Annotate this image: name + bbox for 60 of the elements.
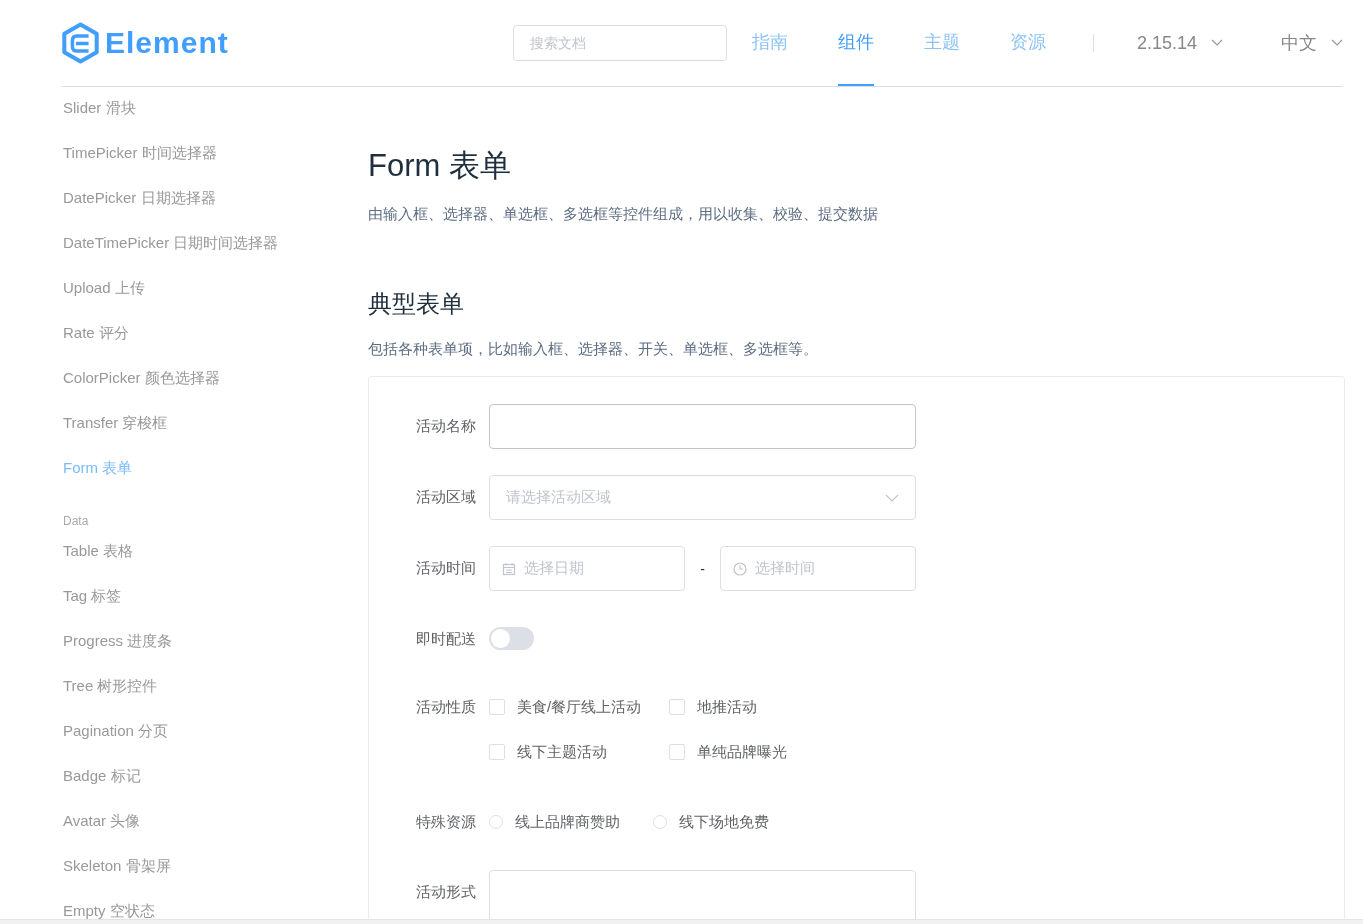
nav-tab[interactable]: 主题: [923, 0, 960, 86]
sidebar-group-label: Data: [63, 513, 90, 530]
nav-tab[interactable]: 组件: [837, 0, 874, 86]
form-label: 即时配送: [415, 629, 477, 649]
sidebar-item[interactable]: Tree 树形控件: [63, 673, 368, 718]
sidebar-item[interactable]: Table 表格: [63, 538, 368, 583]
checkbox[interactable]: [669, 699, 685, 715]
clock-icon: [733, 561, 747, 576]
form-label: 活动时间: [415, 558, 477, 578]
sidebar-item[interactable]: Upload 上传: [63, 275, 368, 320]
nav-tab[interactable]: 资源: [1009, 0, 1046, 86]
section-title: 典型表单: [368, 289, 465, 319]
sidebar-item[interactable]: ColorPicker 颜色选择器: [63, 365, 368, 410]
checkbox-option[interactable]: 美食/餐厅线上活动: [489, 685, 669, 729]
language-dropdown[interactable]: 中文: [1281, 31, 1343, 55]
page-description: 由输入框、选择器、单选框、多选框等控件组成，用以收集、校验、提交数据: [368, 205, 879, 224]
checkbox[interactable]: [489, 699, 505, 715]
radio-option[interactable]: 线下场地免费: [653, 800, 769, 844]
sidebar-item[interactable]: DatePicker 日期选择器: [63, 185, 368, 230]
range-separator: -: [699, 560, 706, 577]
checkbox[interactable]: [489, 744, 505, 760]
sidebar-item[interactable]: Badge 标记: [63, 763, 368, 808]
sidebar-item[interactable]: Avatar 头像: [63, 808, 368, 853]
search-field[interactable]: 搜索文档: [512, 25, 727, 61]
toggle-switch[interactable]: [489, 627, 534, 650]
radio-option[interactable]: 线上品牌商赞助: [489, 800, 620, 844]
sidebar-item[interactable]: Tag 标签: [63, 583, 368, 628]
sidebar-item[interactable]: Pagination 分页: [63, 718, 368, 763]
form-label: 活动性质: [415, 697, 477, 717]
logo-text[interactable]: Element: [105, 26, 229, 60]
sidebar-item[interactable]: Form 表单: [63, 455, 368, 500]
checkbox[interactable]: [669, 744, 685, 760]
date-field[interactable]: 选择日期: [489, 546, 685, 591]
sidebar-item[interactable]: Skeleton 骨架屏: [63, 853, 368, 898]
caret-icon: [1331, 39, 1343, 47]
sidebar-item[interactable]: TimePicker 时间选择器: [63, 140, 368, 185]
sidebar-item[interactable]: Progress 进度条: [63, 628, 368, 673]
form-label: 特殊资源: [415, 812, 477, 832]
caret-icon: [885, 493, 899, 502]
checkbox-option[interactable]: 单纯品牌曝光: [669, 730, 916, 774]
text-field[interactable]: [489, 404, 916, 449]
nav-tab[interactable]: 指南: [751, 0, 788, 86]
sidebar-item[interactable]: DateTimePicker 日期时间选择器: [63, 230, 368, 275]
form-label: 活动形式: [415, 882, 477, 902]
calendar-icon: [502, 561, 516, 576]
sidebar-item[interactable]: Empty 空状态: [63, 898, 368, 924]
page-title: Form 表单: [368, 147, 512, 185]
time-field[interactable]: 选择时间: [720, 546, 916, 591]
section-description: 包括各种表单项，比如输入框、选择器、开关、单选框、多选框等。: [368, 340, 819, 359]
checkbox-option[interactable]: 线下主题活动: [489, 730, 669, 774]
version-dropdown[interactable]: 2.15.14: [1136, 32, 1223, 54]
logo-icon: [62, 22, 99, 64]
select-field[interactable]: 请选择活动区域: [489, 475, 916, 520]
form-label: 活动区域: [415, 487, 477, 507]
sidebar-item[interactable]: Transfer 穿梭框: [63, 410, 368, 455]
sidebar-item[interactable]: Rate 评分: [63, 320, 368, 365]
checkbox-option[interactable]: 地推活动: [669, 685, 916, 729]
sidebar-item[interactable]: Slider 滑块: [63, 95, 368, 140]
caret-icon: [1211, 39, 1223, 47]
form-label: 活动名称: [415, 416, 477, 436]
